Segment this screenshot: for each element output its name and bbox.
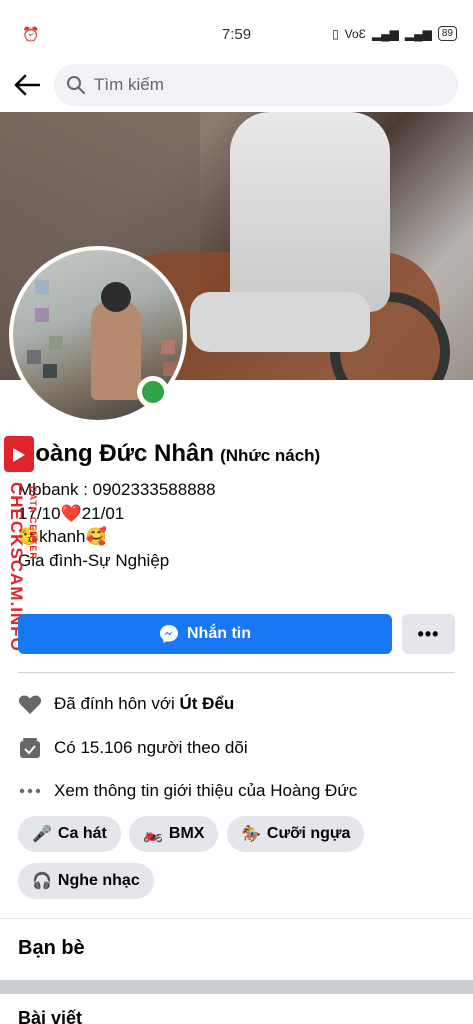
battery-icon: 89 [437,26,457,41]
more-options-button[interactable]: ••• [402,614,455,654]
divider [0,918,473,919]
arrow-left-icon [14,74,40,96]
followers-row[interactable]: Có 15.106 người theo dõi [18,736,248,760]
avatar-figure [91,300,141,400]
status-bar: ⏰ 7:59 ▯ VoƐ ▂▄▆ ▂▄▆ 89 [0,0,473,66]
message-button-label: Nhắn tin [187,625,251,642]
posts-section-title: Bài viết [18,1008,83,1024]
message-button[interactable]: Nhắn tin [18,614,392,654]
section-separator [0,980,473,994]
ellipsis-icon [18,779,42,803]
relationship-text: Đã đính hôn với Út Đểu [54,694,234,714]
search-icon [67,76,85,94]
play-badge-icon [4,436,34,472]
about-row[interactable]: Xem thông tin giới thiệu của Hoàng Đức [18,779,357,803]
friends-section-title[interactable]: Bạn bè [18,937,85,960]
hobby-label: Nghe nhạc [57,872,140,889]
messenger-icon [160,625,178,643]
signal-icon-2: ▂▄▆ [404,26,432,41]
blur-pixel [27,350,41,364]
phone-icon: ▯ [332,26,339,41]
status-indicators: ▯ VoƐ ▂▄▆ ▂▄▆ 89 [332,26,457,41]
profile-name: Hoàng Đức Nhân [18,440,215,467]
divider [18,672,455,673]
watermark-subtext: DATA CENTER [28,486,38,560]
relationship-row: Đã đính hôn với Út Đểu [18,692,234,716]
hobby-label: BMX [168,825,205,842]
blur-pixel [163,362,177,376]
signal-icon: ▂▄▆ [371,26,399,41]
headphones-icon: 🎧 [32,873,52,890]
microphone-icon: 🎤 [32,826,52,843]
profile-nickname: (Nhức nách) [220,446,321,465]
about-text: Xem thông tin giới thiệu của Hoàng Đức [54,781,358,800]
search-bar[interactable] [54,64,458,106]
profile-name-line: Hoàng Đức Nhân (Nhức nách) [18,440,320,468]
blur-pixel [43,364,57,378]
bio-line: 17/10❤️21/01 [18,503,125,523]
hobby-chip-singing[interactable]: 🎤 Ca hát [18,816,121,852]
hobby-chip-horse-riding[interactable]: 🏇 Cưỡi ngựa [227,816,365,852]
more-dots-icon: ••• [417,623,440,644]
profile-actions: Nhắn tin ••• [18,614,455,654]
relationship-partner[interactable]: Út Đểu [180,694,235,713]
hobby-label: Ca hát [57,825,107,842]
network-label: VoƐ [344,26,366,41]
followers-text: Có 15.106 người theo dõi [54,738,248,757]
hobby-chip-bmx[interactable]: 🏍️ BMX [129,816,219,852]
avatar-head [101,282,131,312]
followers-icon [18,736,42,760]
online-status-indicator [137,376,169,408]
bio-line: Mbbank : 0902333588888 [18,480,216,499]
blur-pixel [161,340,175,354]
motorcycle-icon: 🏍️ [143,826,163,843]
hobby-label: Cưỡi ngựa [266,825,351,842]
relationship-prefix: Đã đính hôn với [54,694,180,713]
search-input[interactable] [94,75,394,95]
bio-line: Gia đình-Sự Nghiệp [18,550,170,570]
cover-legs [190,292,370,352]
bio-line: 😘khanh🥰 [18,527,107,546]
profile-bio: Mbbank : 0902333588888 17/10❤️21/01 😘kha… [18,478,216,572]
back-button[interactable] [12,70,42,100]
top-bar [0,60,473,112]
blur-pixel [35,280,49,294]
heart-icon [18,692,42,716]
blur-pixel [35,308,49,322]
hobby-chip-music[interactable]: 🎧 Nghe nhạc [18,863,154,899]
blur-pixel [49,336,63,350]
horse-racing-icon: 🏇 [241,826,261,843]
cover-person [230,112,390,312]
